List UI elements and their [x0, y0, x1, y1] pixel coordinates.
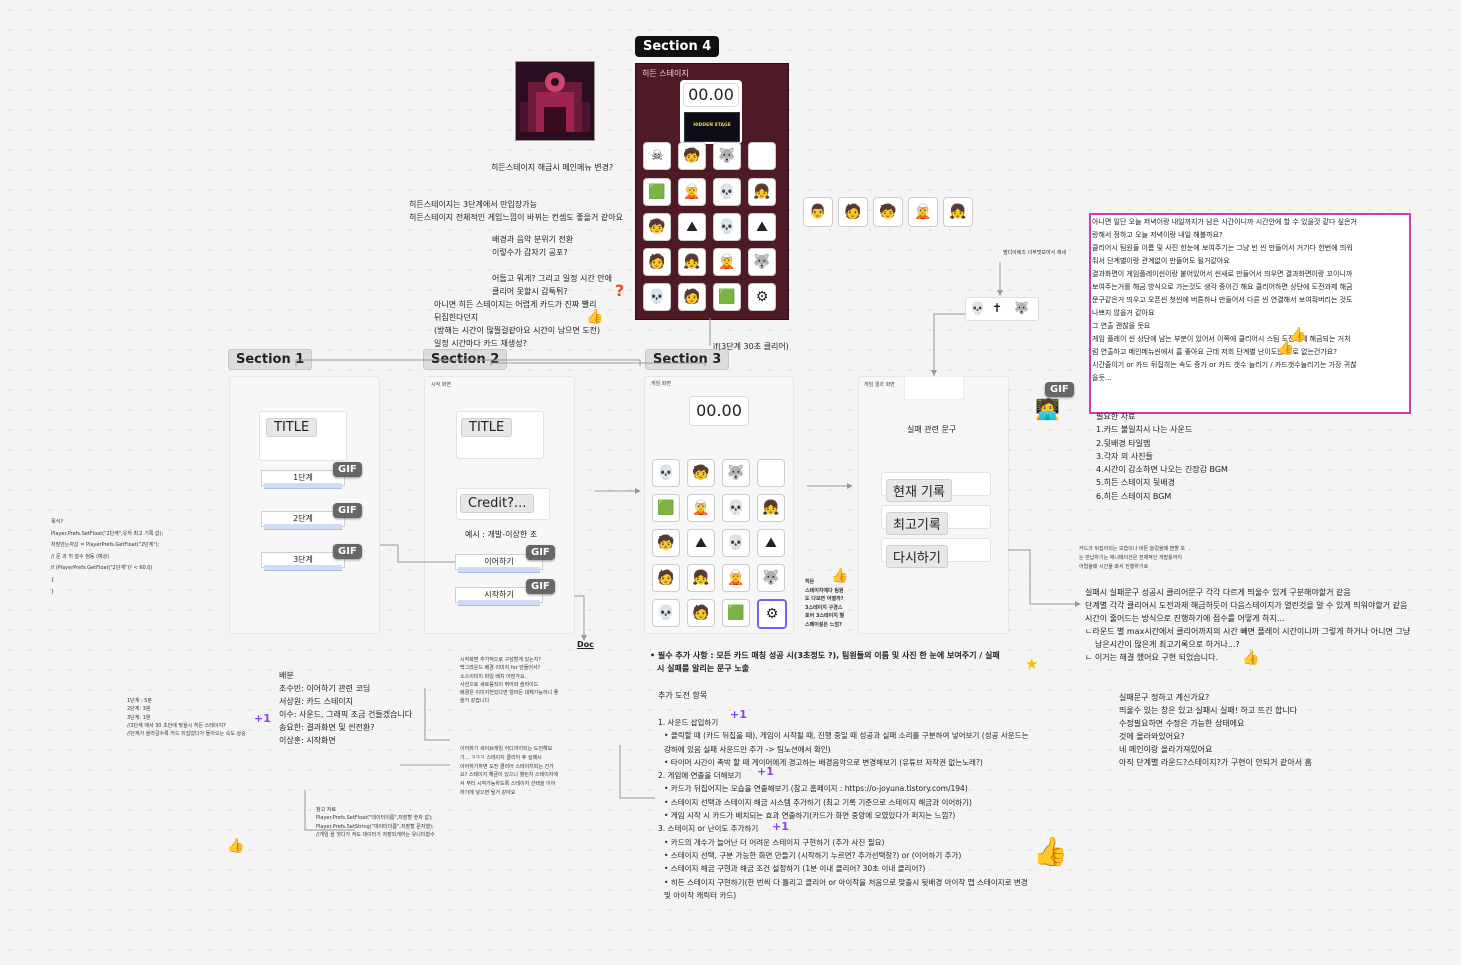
wolf-icon: 🐺: [1014, 301, 1029, 315]
plus-one-reaction[interactable]: +1: [757, 765, 774, 778]
needs-list[interactable]: 필요한 자료 1.카드 불일치시 나는 사운드 2.뒷배경 타일맵 3.각자 의…: [1096, 410, 1228, 503]
required-note[interactable]: • 필수 추가 사항 : 모든 카드 매칭 성공 시(3초정도 ?), 팀원들의…: [650, 649, 1000, 675]
plus-one-reaction[interactable]: +1: [730, 708, 747, 721]
mini-card-row[interactable]: 💀 ✝ 🐺: [965, 297, 1039, 321]
thumbs-up-icon: 👍: [1242, 650, 1260, 666]
skull-icon: 💀: [970, 301, 985, 315]
challenge-list[interactable]: 1. 사운드 삽입하기 • 클릭할 때 (카드 뒤집을 때), 게임이 시작될 …: [658, 716, 1028, 902]
thumbs-up-icon: 👍: [1033, 835, 1068, 868]
discussion-box[interactable]: 아니면 일단 오늘 저녁이랑 내일까지가 남은 시간이니까 시간안에 할 수 있…: [1089, 213, 1411, 414]
challenge-title: 추가 도전 항목: [658, 691, 708, 700]
fail-discussion[interactable]: 실패문구 정하고 계신가요? 띄울수 있는 창은 있고 실패시 실패! 하고 뜨…: [1119, 691, 1312, 769]
plus-one-reaction[interactable]: +1: [772, 820, 789, 833]
gif-badge[interactable]: GIF: [1045, 382, 1074, 397]
start-screen-note[interactable]: 시작화면 추가적으로 구성할게 있는지? 백그라운드 배경 이미지 for 만들…: [460, 656, 558, 706]
character-sticker: 🧑‍💻: [1035, 397, 1060, 421]
thumbs-up-icon: 👍: [1277, 340, 1295, 356]
discussion-text: 아니면 일단 오늘 저녁이랑 내일까지가 남은 시간이니까 시간안에 할 수 있…: [1092, 218, 1357, 382]
thumbs-up-icon: 👍: [227, 838, 245, 854]
code-note[interactable]: 폭식? Player.Prefs.SetFloat("2단계",유저 최고 기록…: [51, 517, 163, 598]
stage-time-note[interactable]: 1단계 : 5분 2단계: 3분 3단계: 1분 //3단계 에서 30 초안에…: [127, 697, 246, 738]
melody-note[interactable]: 멜디아에즈 너무멋보여서 재세: [1003, 249, 1066, 257]
reference-note[interactable]: 참고 자료 Player.Prefs.SetFloat("데이터이름",저장할 …: [316, 806, 435, 839]
star-icon: ★: [1025, 655, 1039, 673]
continue-note[interactable]: 이어하기 세이브게임 어디까지되는 도전해보 기... ㅋㅋㅋ 스테이지 클리어…: [460, 745, 558, 798]
roles-note[interactable]: 배분 조수빈: 이어하기 관련 코딩 서상원: 카드 스테이지 이수: 사운드,…: [279, 669, 412, 747]
cross-icon: ✝: [992, 301, 1003, 315]
animation-note[interactable]: 카드가 뒤집어지는 모습이나 버튼 눌렀을때 변할 또 는 반납하기는 애니메이…: [1079, 545, 1185, 572]
plus-one-reaction[interactable]: +1: [254, 712, 271, 725]
